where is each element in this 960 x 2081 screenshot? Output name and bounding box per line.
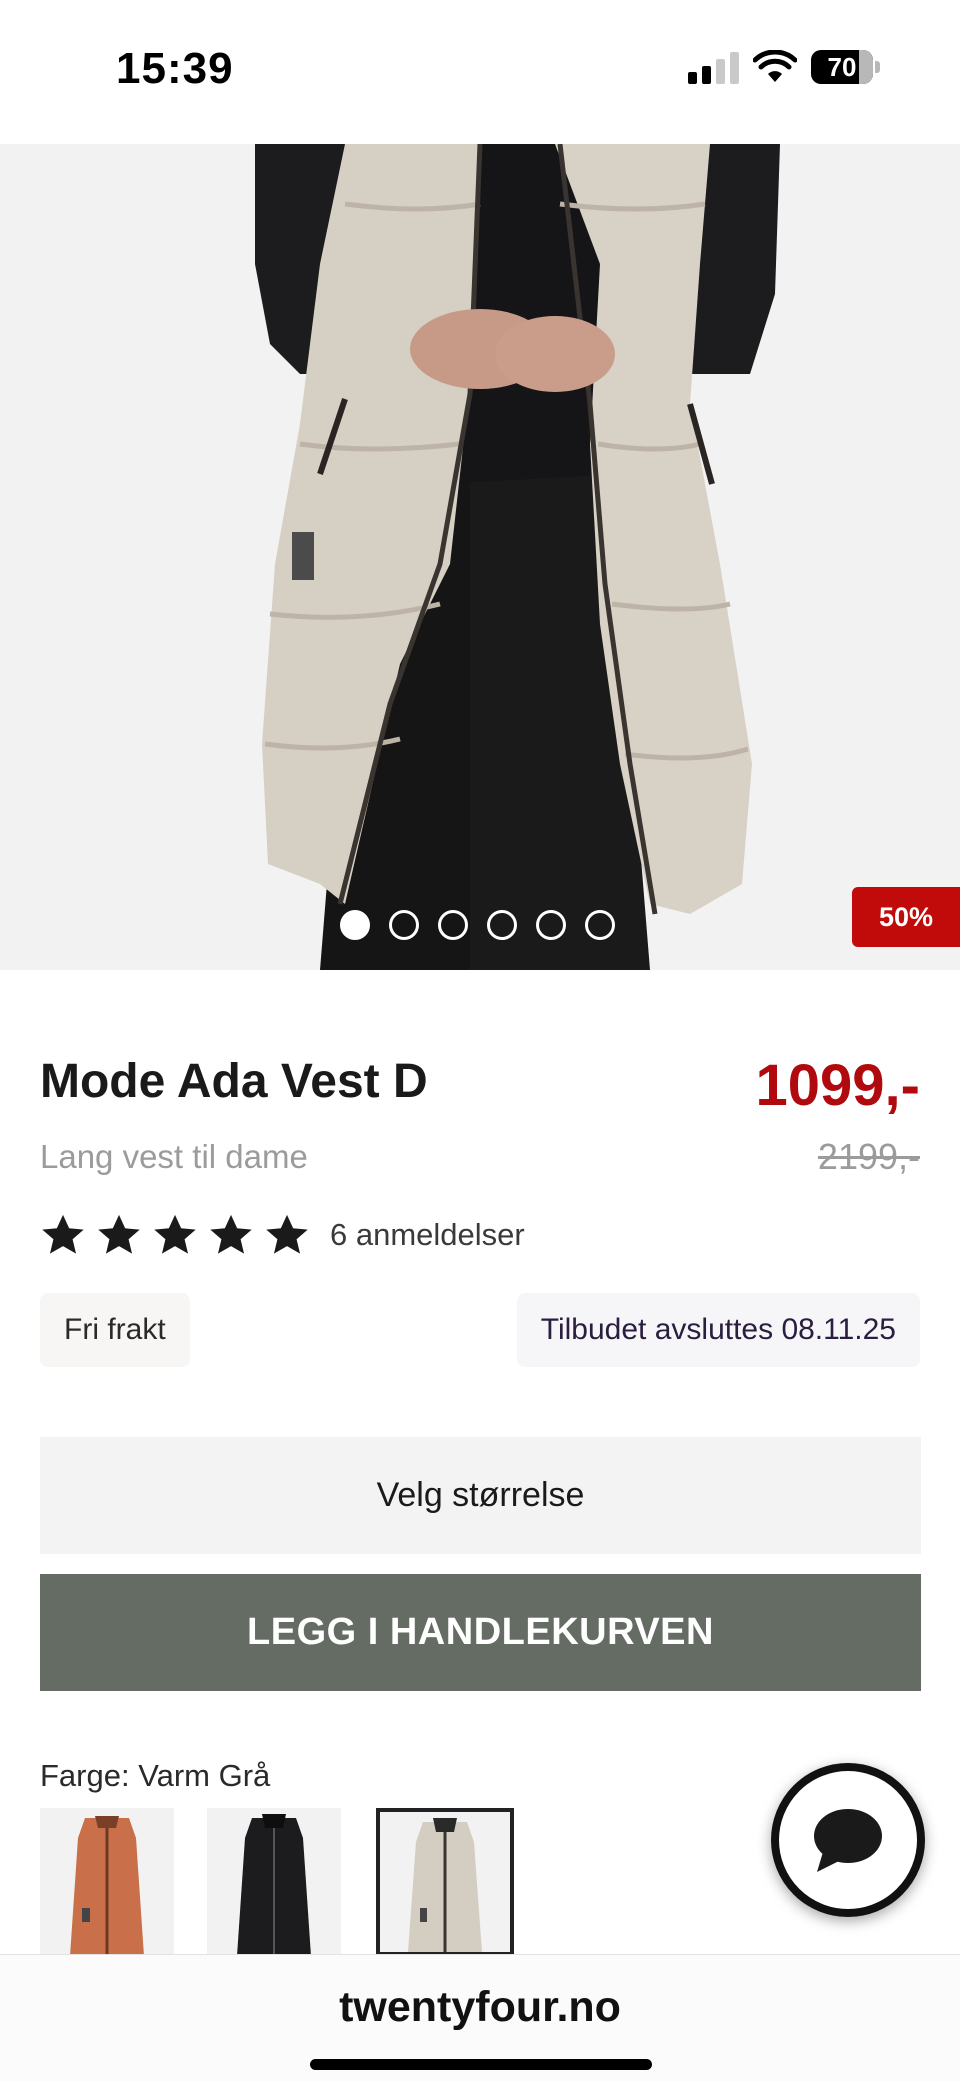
color-label: Farge: Varm Grå (40, 1758, 271, 1793)
star-rating (40, 1212, 310, 1258)
url-text[interactable]: twentyfour.no (0, 1983, 960, 2032)
chat-button[interactable] (771, 1763, 925, 1917)
battery-icon: 70 (811, 50, 873, 84)
color-swatch-warm-grey[interactable] (376, 1808, 514, 1956)
carousel-dot[interactable] (487, 910, 517, 940)
status-icons: 70 (688, 50, 880, 84)
original-price: 2199,- (817, 1136, 920, 1177)
carousel-dot[interactable] (438, 910, 468, 940)
star-icon (42, 1214, 84, 1254)
wifi-icon (753, 50, 797, 82)
carousel-indicators (340, 910, 615, 940)
carousel-dot[interactable] (536, 910, 566, 940)
free-shipping-chip: Fri frakt (40, 1293, 190, 1367)
signal-icon (688, 50, 739, 84)
carousel-dot[interactable] (585, 910, 615, 940)
battery-level: 70 (827, 51, 857, 82)
star-icon (154, 1214, 196, 1254)
carousel-dot[interactable] (340, 910, 370, 940)
offer-end-chip: Tilbudet avsluttes 08.11.25 (516, 1293, 920, 1367)
product-title: Mode Ada Vest D (40, 1055, 428, 1108)
product-image-carousel[interactable]: 50% (0, 144, 960, 970)
chat-bubble-icon (814, 1809, 882, 1872)
product-subtitle: Lang vest til dame (40, 1138, 308, 1175)
star-icon (98, 1214, 140, 1254)
size-select-button[interactable]: Velg størrelse (40, 1437, 921, 1554)
review-count-link[interactable]: 6 anmeldelser (330, 1217, 525, 1253)
add-to-cart-button[interactable]: LEGG I HANDLEKURVEN (40, 1574, 921, 1691)
star-icon (210, 1214, 252, 1254)
rating[interactable]: 6 anmeldelser (40, 1212, 525, 1258)
discount-badge: 50% (852, 887, 960, 947)
status-time: 15:39 (116, 44, 234, 93)
carousel-dot[interactable] (389, 910, 419, 940)
product-photo (0, 144, 960, 970)
home-indicator[interactable] (310, 2059, 652, 2070)
star-icon (266, 1214, 308, 1254)
status-bar: 15:39 70 (0, 0, 960, 144)
browser-url-bar[interactable]: twentyfour.no (0, 1954, 960, 2081)
vest-thumbnail (380, 1812, 510, 1952)
vest-thumbnail (207, 1808, 341, 1956)
vest-thumbnail (40, 1808, 174, 1956)
color-swatch-orange[interactable] (40, 1808, 174, 1956)
current-price: 1099,- (755, 1053, 920, 1118)
color-swatch-black[interactable] (207, 1808, 341, 1956)
